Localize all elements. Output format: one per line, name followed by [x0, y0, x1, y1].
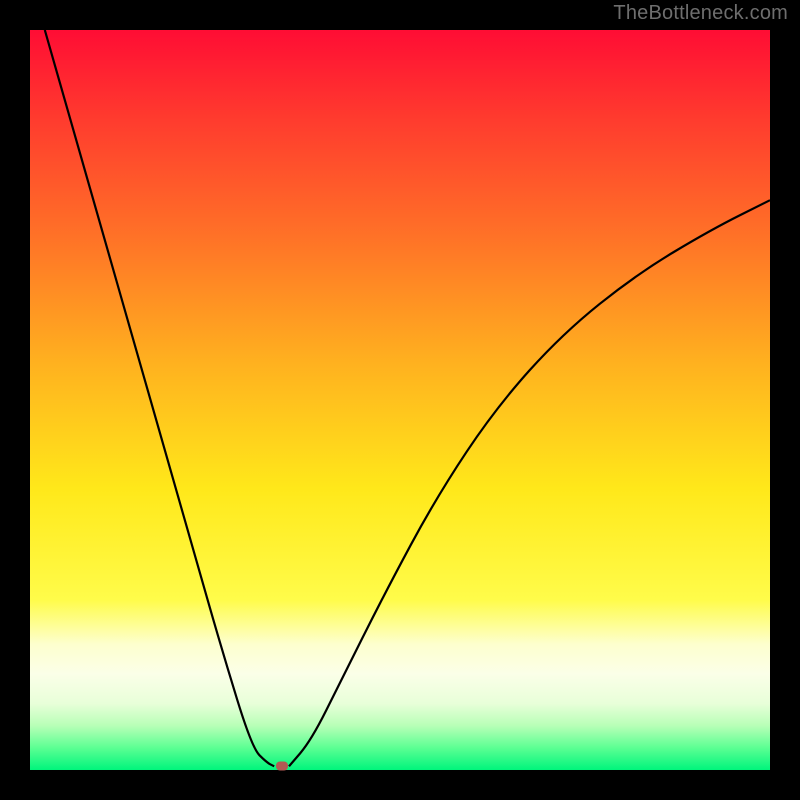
bottleneck-curve-right [289, 200, 770, 766]
minimum-marker [276, 762, 288, 771]
watermark-text: TheBottleneck.com [613, 2, 788, 25]
plot-area [30, 30, 770, 770]
bottleneck-curve-left [45, 30, 274, 766]
curve-layer [30, 30, 770, 770]
